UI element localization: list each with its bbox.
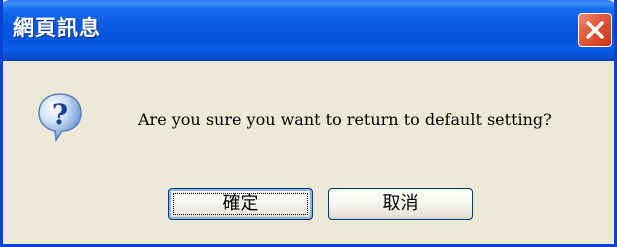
cancel-button-label: 取消	[382, 193, 419, 214]
title-bar[interactable]: 網頁訊息	[3, 0, 614, 61]
dialog-message: Are you sure you want to return to defau…	[138, 110, 552, 129]
question-icon: ?	[36, 91, 84, 143]
ok-button-label: 確定	[222, 193, 259, 214]
ok-button[interactable]: 確定	[168, 188, 313, 220]
svg-text:?: ?	[52, 98, 68, 131]
dialog-content: ? Are you sure you want to return to def…	[3, 61, 614, 244]
close-icon	[586, 21, 604, 39]
cancel-button[interactable]: 取消	[328, 188, 473, 220]
close-button[interactable]	[578, 13, 612, 47]
window-title: 網頁訊息	[13, 16, 101, 40]
message-dialog: 網頁訊息 ? Are you sure you want to return t…	[0, 0, 617, 247]
